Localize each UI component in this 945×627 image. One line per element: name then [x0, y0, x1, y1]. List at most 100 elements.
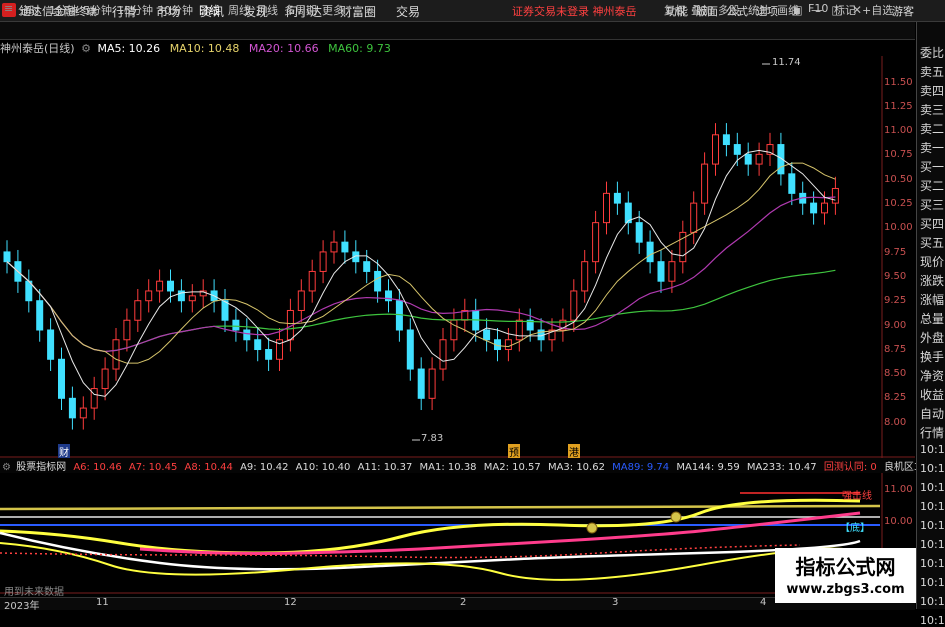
- indicator-tag-top: 强击线: [842, 491, 872, 502]
- ind-a7: A7: 10.45: [128, 462, 178, 473]
- indicator-tag-bottom: 【底】: [840, 523, 870, 534]
- ma5-label: MA5: 10.26: [97, 42, 161, 55]
- guest-account[interactable]: 游客: [892, 3, 914, 19]
- y-tick: 11.50: [884, 77, 913, 88]
- candle-group: [3, 123, 839, 430]
- stock-name[interactable]: 神州泰岳(日线): [0, 42, 75, 55]
- y-tick: 9.50: [884, 271, 907, 282]
- ind-a9: A9: 10.42: [240, 462, 289, 473]
- y-tick: 8.00: [884, 417, 907, 428]
- candle-body: [47, 329, 55, 360]
- ma20-label: MA20: 10.66: [248, 42, 319, 55]
- ind-ma2: MA2: 10.57: [483, 462, 541, 473]
- date-label: 2: [460, 597, 467, 608]
- tool-f10[interactable]: F10: [808, 2, 828, 15]
- quote-panel-item: 换手: [920, 350, 945, 364]
- candle-body: [483, 329, 491, 341]
- y-tick: 10.75: [884, 149, 913, 160]
- indicator-header: ⚙ 股票指标网 A6: 10.46 A7: 10.45 A8: 10.44 A9…: [0, 458, 945, 473]
- y-tick: 8.50: [884, 368, 907, 379]
- candle-body: [821, 202, 828, 214]
- period-more[interactable]: 更多: [322, 2, 344, 18]
- period-30min[interactable]: 30分钟: [157, 2, 193, 18]
- chevron-down-icon[interactable]: ▾: [346, 2, 352, 15]
- tool-multi-stock[interactable]: 多股: [718, 2, 740, 18]
- menu-item-trade[interactable]: 交易: [396, 3, 420, 20]
- candle-body: [831, 187, 839, 204]
- period-monthly[interactable]: 月线: [256, 2, 278, 18]
- y-tick: 10.25: [884, 198, 913, 209]
- quote-panel-item: 10:1: [920, 614, 945, 627]
- period-1min[interactable]: 1分钟: [49, 2, 78, 18]
- quote-panel-item: 10:1: [920, 538, 945, 551]
- candle-body: [592, 222, 600, 263]
- y-tick: 11.00: [884, 125, 913, 136]
- login-alert[interactable]: 证券交易未登录 神州泰岳: [512, 3, 637, 19]
- quote-panel-item: 卖四: [920, 84, 945, 98]
- candle-body: [733, 144, 741, 155]
- toolbar-menu-icon[interactable]: ≡: [4, 2, 13, 15]
- candle-body: [657, 261, 665, 282]
- quote-panel-item: 10:1: [920, 519, 945, 532]
- tool-draw[interactable]: 画线: [777, 2, 799, 18]
- event-marker-forecast[interactable]: 预: [508, 444, 520, 459]
- candle-body: [156, 280, 164, 292]
- indicator-title[interactable]: 股票指标网: [16, 462, 66, 473]
- candle-body: [221, 300, 229, 321]
- quote-panel-item: 卖五: [920, 65, 945, 79]
- ind-y-tick: 11.00: [884, 484, 913, 495]
- ind-backtest: 回测认同: 0: [823, 462, 877, 473]
- candle-body: [504, 339, 512, 351]
- period-weekly[interactable]: 周线: [228, 2, 250, 18]
- candle-body: [690, 202, 698, 233]
- settings-icon[interactable]: ⚙: [81, 42, 91, 55]
- tool-overlay[interactable]: 叠加: [691, 2, 713, 18]
- candle-body: [308, 270, 316, 292]
- candle-body: [603, 192, 610, 224]
- candle-body: [123, 319, 131, 341]
- quote-panel-item: 10:1: [920, 481, 945, 494]
- candle-body: [232, 319, 240, 331]
- period-15min[interactable]: 15分钟: [117, 2, 153, 18]
- quote-panel-item: 10:1: [920, 443, 945, 456]
- quote-panel-item: 买四: [920, 217, 945, 231]
- quote-panel-item: 净资: [920, 369, 945, 383]
- period-tick[interactable]: 分时: [18, 2, 40, 18]
- candle-body: [188, 295, 196, 302]
- y-tick: 9.00: [884, 320, 907, 331]
- tool-statistics[interactable]: 统计: [748, 2, 770, 18]
- quote-panel-item: 10:1: [920, 595, 945, 608]
- tool-mark[interactable]: 标记: [834, 2, 856, 18]
- quote-panel-item: 卖二: [920, 122, 945, 136]
- date-label: 11: [96, 597, 109, 608]
- indicator-settings-icon[interactable]: ⚙: [2, 462, 11, 473]
- tool-adjust[interactable]: 复权: [664, 2, 686, 18]
- ind-a10: A10: 10.40: [295, 462, 351, 473]
- ind-a6: A6: 10.46: [73, 462, 122, 473]
- period-multi[interactable]: 多周期: [284, 2, 317, 18]
- tool-add-watchlist[interactable]: +自选: [862, 2, 893, 18]
- quote-panel-item: 委比: [920, 46, 945, 60]
- date-label: 3: [612, 597, 619, 608]
- period-5min[interactable]: 5分钟: [83, 2, 112, 18]
- period-daily[interactable]: 日线: [198, 2, 220, 18]
- quote-panel-item: 卖三: [920, 103, 945, 117]
- candle-body: [755, 153, 763, 165]
- candle-body: [701, 163, 709, 204]
- candle-body: [744, 153, 752, 165]
- ind-ma3: MA3: 10.62: [547, 462, 605, 473]
- candle-body: [788, 173, 796, 194]
- quote-panel-item: 10:1: [920, 500, 945, 513]
- watermark-url: www.zbgs3.com: [786, 582, 905, 597]
- date-label: 4: [760, 597, 767, 608]
- event-marker-hk[interactable]: 港: [568, 444, 580, 459]
- ind-a8: A8: 10.44: [184, 462, 233, 473]
- period-toolbar: [0, 22, 915, 40]
- quote-panel-item: 卖一: [920, 141, 945, 155]
- event-marker-finance[interactable]: 财: [58, 444, 70, 459]
- quote-panel-item: 总量: [920, 312, 945, 326]
- candle-body: [254, 339, 262, 351]
- quote-panel-item: 10:1: [920, 462, 945, 475]
- quote-panel-item: 买一: [920, 160, 945, 174]
- kline-chart[interactable]: [0, 56, 915, 458]
